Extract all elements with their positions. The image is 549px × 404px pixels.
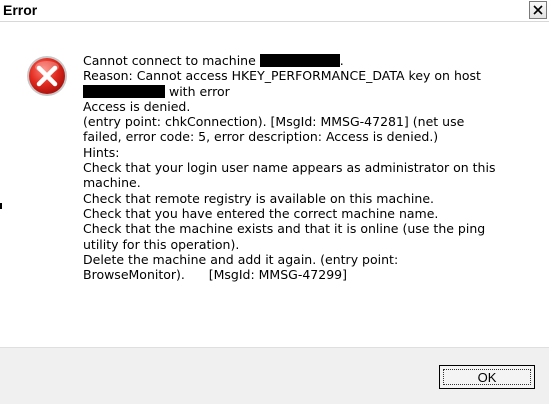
message-line: BrowseMonitor). [MsgId: MMSG-47299] <box>83 267 347 283</box>
button-bar: OK <box>0 347 549 404</box>
message-line: Access is denied. <box>83 98 191 114</box>
window-title: Error <box>3 2 38 18</box>
message-line: Check that your login user name appears … <box>83 160 496 176</box>
message-line: Hints: <box>83 144 120 160</box>
message-line: utility for this operation). <box>83 236 240 252</box>
message-line: (entry point: chkConnection). [MsgId: MM… <box>83 114 465 130</box>
message-line: machine. <box>83 175 141 191</box>
message-text: Cannot connect to machine <box>83 53 256 68</box>
message-text: . <box>339 53 344 68</box>
title-bar: Error <box>0 0 549 22</box>
message-line: Delete the machine and add it again. (en… <box>83 251 399 267</box>
message-line: Reason: Cannot access HKEY_PERFORMANCE_D… <box>83 68 481 84</box>
ok-button[interactable]: OK <box>439 365 535 389</box>
close-icon <box>533 5 543 15</box>
error-message: Cannot connect to machine . Reason: Cann… <box>83 53 535 282</box>
message-line: Check that the machine exists and that i… <box>83 221 486 237</box>
message-line: Check that you have entered the correct … <box>83 205 439 221</box>
focus-rectangle <box>443 369 531 385</box>
edge-mark <box>0 203 2 209</box>
message-line: with error <box>83 84 535 99</box>
message-line: Check that remote registry is available … <box>83 190 434 206</box>
redacted-host-name <box>83 84 165 98</box>
message-line: Cannot connect to machine . <box>83 53 535 68</box>
error-icon <box>27 56 67 96</box>
close-button[interactable] <box>529 1 547 19</box>
redacted-machine-name <box>259 54 340 67</box>
message-line: failed, error code: 5, error description… <box>83 129 439 145</box>
message-text: with error <box>165 83 230 99</box>
dialog-content: Cannot connect to machine . Reason: Cann… <box>0 22 549 347</box>
